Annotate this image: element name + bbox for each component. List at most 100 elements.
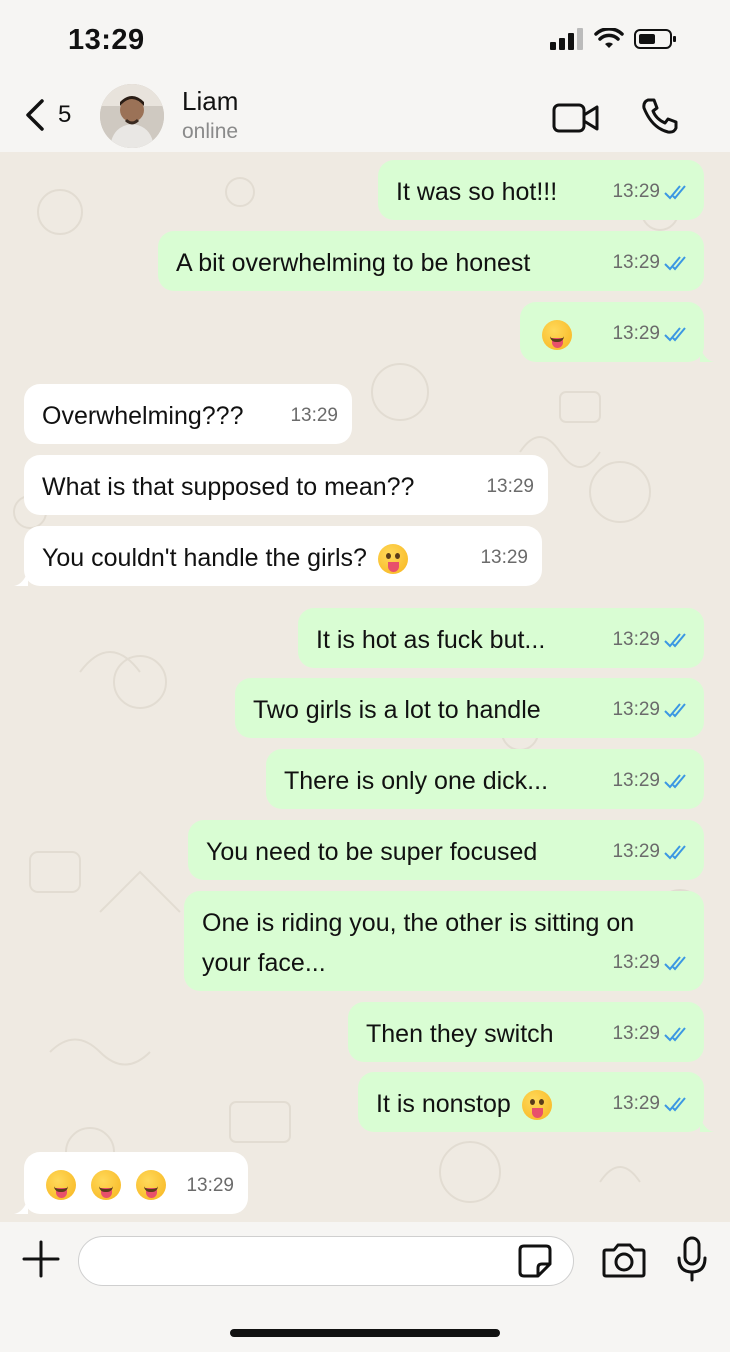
message-bubble-outgoing[interactable]: You need to be super focused 13:29 (188, 820, 704, 880)
message-text-line-2: your face... (202, 949, 326, 977)
message-text: A bit overwhelming to be honest (176, 249, 531, 277)
message-text: Then they switch (366, 1020, 554, 1048)
message-time: 13:29 (612, 1023, 660, 1044)
home-indicator[interactable] (230, 1329, 500, 1337)
winking-face-with-tongue-icon (521, 1090, 552, 1121)
avatar-image (100, 84, 164, 148)
read-receipt-icon (664, 1097, 686, 1112)
read-receipt-icon (664, 1027, 686, 1042)
sticker-icon (518, 1244, 552, 1278)
wifi-icon (594, 28, 624, 48)
message-bubble-incoming[interactable]: Overwhelming??? 13:29 (24, 384, 352, 444)
back-button[interactable]: 5 (24, 98, 71, 132)
message-bubble-outgoing[interactable]: It was so hot!!! 13:29 (378, 160, 704, 220)
message-meta: 13:29 (612, 1014, 690, 1054)
message-text: Two girls is a lot to handle (253, 696, 541, 724)
unread-count: 5 (58, 101, 72, 128)
message-meta: 13:29 (486, 467, 534, 507)
message-text: There is only one dick... (284, 767, 549, 795)
plus-icon (22, 1240, 60, 1278)
read-receipt-icon (664, 956, 686, 971)
squinting-face-with-tongue-icon (90, 1170, 121, 1201)
read-receipt-icon (664, 327, 686, 342)
message-time: 13:29 (612, 181, 660, 202)
sticker-button[interactable] (518, 1244, 552, 1283)
message-time: 13:29 (612, 699, 660, 720)
message-text: It is nonstop (376, 1090, 511, 1118)
avatar[interactable] (100, 84, 164, 148)
message-time: 13:29 (612, 841, 660, 862)
message-text-line-1: One is riding you, the other is sitting … (202, 909, 635, 937)
read-receipt-icon (664, 633, 686, 648)
message-time: 13:29 (186, 1175, 234, 1196)
zany-face-icon (377, 544, 408, 575)
camera-icon (602, 1243, 646, 1278)
message-meta: 13:29 (612, 943, 690, 983)
message-meta: 13:29 (612, 620, 690, 660)
message-meta: 13:29 (612, 832, 690, 872)
mic-button[interactable] (676, 1236, 708, 1289)
message-time: 13:29 (612, 1093, 660, 1114)
message-time: 13:29 (290, 405, 338, 426)
attach-button[interactable] (22, 1240, 60, 1283)
message-text: It is hot as fuck but... (316, 626, 546, 654)
message-time: 13:29 (612, 323, 660, 344)
mic-icon (677, 1236, 707, 1282)
back-chevron-icon (26, 99, 44, 131)
message-bubble-outgoing[interactable]: There is only one dick... 13:29 (266, 749, 704, 809)
chat-header: 5 Liam online (0, 80, 730, 152)
message-meta: 13:29 (480, 538, 528, 578)
message-text: You need to be super focused (206, 838, 538, 866)
camera-button[interactable] (602, 1242, 646, 1283)
bubble-tail (14, 570, 28, 586)
phone-icon (642, 98, 678, 134)
message-bubble-outgoing[interactable]: It is nonstop 13:29 (358, 1072, 714, 1132)
message-input[interactable] (78, 1236, 574, 1286)
message-time: 13:29 (480, 547, 528, 568)
message-bubble-outgoing[interactable]: One is riding you, the other is sitting … (184, 891, 704, 991)
voice-call-button[interactable] (640, 96, 680, 141)
read-receipt-icon (664, 185, 686, 200)
message-meta: 13:29 (612, 761, 690, 801)
signal-icon (550, 28, 583, 50)
contact-name[interactable]: Liam (182, 86, 238, 117)
squinting-face-with-tongue-icon (542, 320, 572, 351)
message-bubble-outgoing[interactable]: Then they switch 13:29 (348, 1002, 704, 1062)
message-time: 13:29 (612, 629, 660, 650)
read-receipt-icon (664, 774, 686, 789)
message-time: 13:29 (612, 252, 660, 273)
message-time: 13:29 (612, 952, 660, 973)
message-text: You couldn't handle the girls? (42, 544, 367, 572)
bubble-tail (700, 346, 714, 362)
message-bubble-outgoing[interactable]: Two girls is a lot to handle 13:29 (235, 678, 704, 738)
read-receipt-icon (664, 703, 686, 718)
message-text: It was so hot!!! (396, 178, 558, 206)
squinting-face-with-tongue-icon (46, 1170, 76, 1201)
contact-status: online (182, 120, 239, 143)
battery-icon (634, 29, 676, 49)
chat-area[interactable]: It was so hot!!! 13:29 A bit overwhelmin… (0, 152, 730, 1222)
read-receipt-icon (664, 845, 686, 860)
message-time: 13:29 (612, 770, 660, 791)
message-meta: 13:29 (612, 690, 690, 730)
message-text: What is that supposed to mean?? (42, 473, 415, 501)
message-text: Overwhelming??? (42, 402, 244, 430)
message-bubble-outgoing[interactable]: A bit overwhelming to be honest 13:29 (158, 231, 704, 291)
status-time: 13:29 (68, 24, 145, 56)
message-bubble-incoming[interactable]: What is that supposed to mean?? 13:29 (24, 455, 548, 515)
status-bar: 13:29 (0, 0, 730, 80)
message-bubble-incoming[interactable]: 13:29 (14, 1152, 248, 1214)
bubble-tail (700, 1116, 714, 1132)
message-time: 13:29 (486, 476, 534, 497)
message-bubble-incoming[interactable]: You couldn't handle the girls? 13:29 (14, 526, 542, 586)
message-bubble-outgoing[interactable]: 13:29 (520, 302, 714, 362)
message-meta: 13:29 (612, 314, 690, 354)
read-receipt-icon (664, 256, 686, 271)
video-call-button[interactable] (552, 102, 600, 139)
message-meta: 13:29 (612, 172, 690, 212)
status-icons (550, 28, 678, 50)
message-meta: 13:29 (612, 1084, 690, 1124)
message-bubble-outgoing[interactable]: It is hot as fuck but... 13:29 (298, 608, 704, 668)
message-meta: 13:29 (290, 396, 338, 436)
video-call-icon (552, 103, 599, 133)
